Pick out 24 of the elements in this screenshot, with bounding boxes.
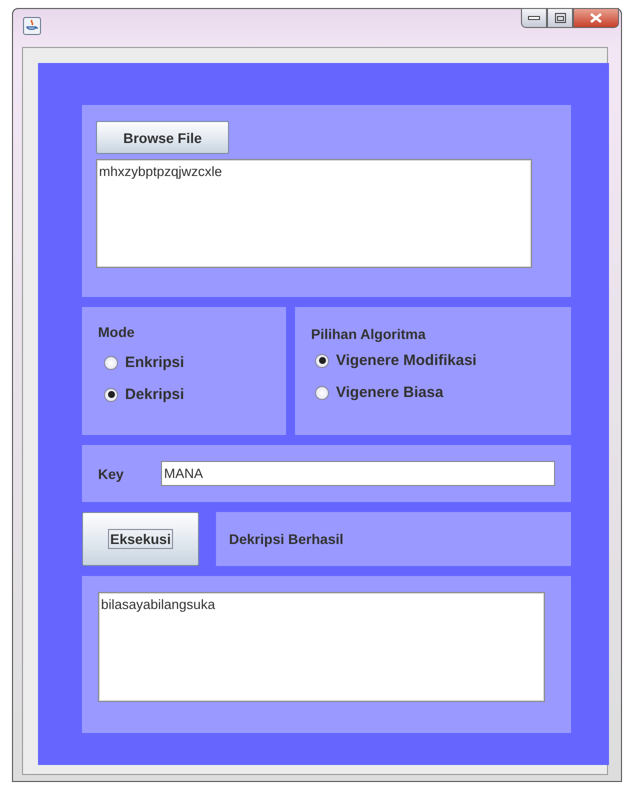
minimize-button[interactable] bbox=[521, 8, 547, 28]
radio-icon[interactable] bbox=[315, 386, 329, 400]
radio-button[interactable]: Enkripsi bbox=[98, 354, 184, 371]
output-text-area[interactable]: bilasayabilangsuka bbox=[98, 592, 545, 702]
algorithm-title: Pilihan Algoritma bbox=[311, 326, 426, 342]
status-text: Dekripsi Berhasil bbox=[229, 531, 344, 547]
key-field[interactable]: MANA bbox=[161, 461, 555, 486]
maximize-icon bbox=[554, 13, 566, 23]
execute-button[interactable]: Eksekusi bbox=[82, 512, 199, 566]
browse-file-button[interactable]: Browse File bbox=[96, 121, 229, 154]
key-label: Key bbox=[98, 466, 125, 482]
radio-button[interactable]: Dekripsi bbox=[98, 386, 184, 403]
maximize-button[interactable] bbox=[547, 8, 573, 28]
app-icon[interactable] bbox=[23, 17, 41, 35]
mode-title: Mode bbox=[98, 324, 135, 340]
radio-icon[interactable] bbox=[104, 388, 118, 402]
minimize-icon bbox=[528, 16, 540, 20]
close-icon bbox=[590, 13, 602, 23]
radio-icon[interactable] bbox=[104, 356, 118, 370]
radio-button[interactable]: Vigenere Biasa bbox=[311, 384, 444, 401]
close-button[interactable] bbox=[573, 8, 619, 28]
radio-icon[interactable] bbox=[315, 354, 329, 368]
input-text-area[interactable]: mhxzybptpzqjwzcxle bbox=[96, 159, 532, 268]
radio-button[interactable]: Vigenere Modifikasi bbox=[311, 352, 477, 369]
